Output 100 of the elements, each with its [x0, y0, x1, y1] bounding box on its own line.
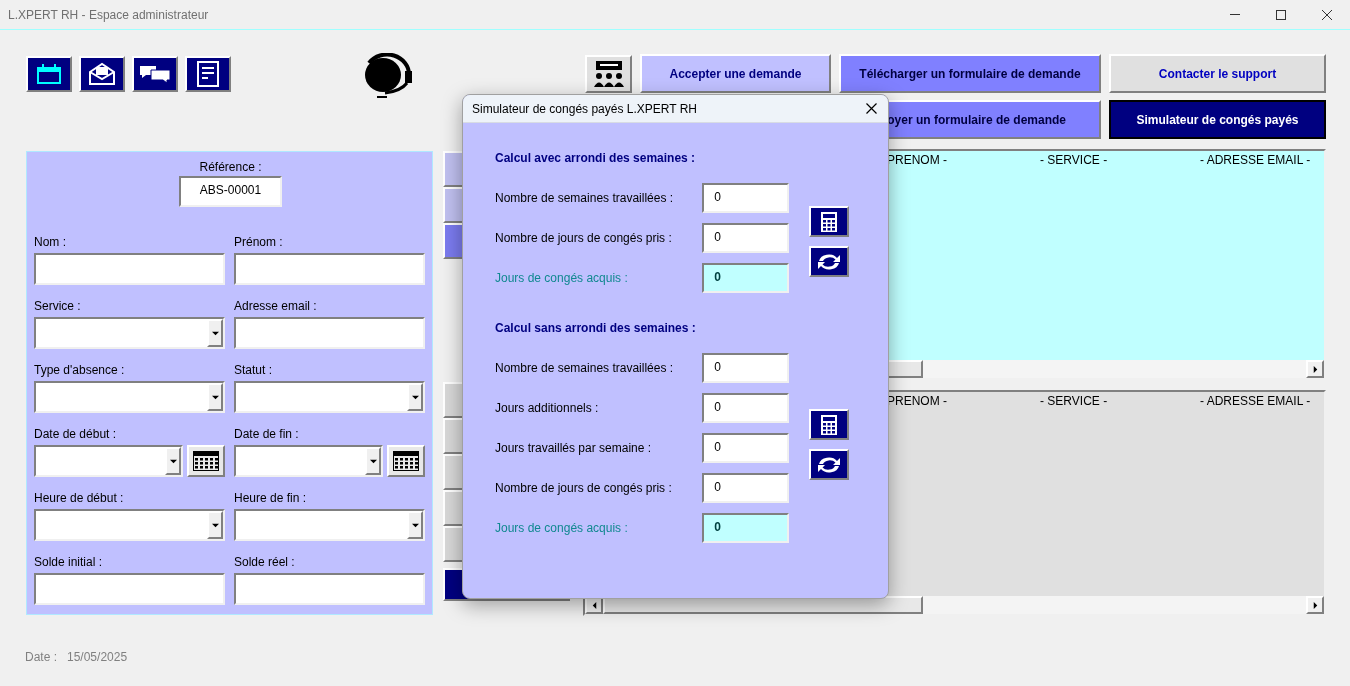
dropdown-arrow-icon [211, 329, 219, 337]
dropdown-arrow-icon [411, 521, 419, 529]
section-heading: Calcul sans arrondi des semaines : [495, 320, 697, 337]
field-label: Solde initial : [34, 554, 104, 571]
calendar-button[interactable] [187, 445, 225, 477]
scroll-right-icon [1311, 601, 1319, 609]
number-field[interactable]: 0 [702, 473, 789, 503]
number-field[interactable]: 0 [702, 223, 789, 253]
number-field[interactable]: 0 [702, 433, 789, 463]
reference-label: Référence : [199, 159, 262, 176]
calculator-icon [821, 414, 837, 435]
field-label: Nombre de jours de congés pris : [495, 230, 673, 247]
action-button[interactable]: Contacter le support [1109, 54, 1326, 93]
dropdown-arrow-icon [369, 457, 377, 465]
field-label: Jours de congés acquis : [495, 270, 629, 287]
column-header: - SERVICE - [1040, 393, 1108, 410]
scroll-right-icon [1311, 365, 1319, 373]
field-label: Nombre de jours de congés pris : [495, 480, 673, 497]
close-icon [1322, 9, 1332, 20]
field-label: Heure de fin : [234, 490, 308, 507]
action-button[interactable]: Accepter une demande [640, 54, 831, 93]
dropdown-button[interactable] [207, 319, 223, 347]
calendar-icon [193, 451, 220, 471]
users-button[interactable] [585, 55, 632, 93]
calendar-button[interactable] [26, 56, 72, 92]
field-label: Date de fin : [234, 426, 300, 443]
text-field[interactable] [234, 317, 425, 349]
dropdown-button[interactable] [207, 383, 223, 411]
field-label: Heure de début : [34, 490, 125, 507]
reset-button[interactable] [809, 449, 849, 480]
horizontal-scrollbar[interactable] [585, 596, 1324, 614]
calculate-button[interactable] [809, 206, 849, 237]
calculate-button[interactable] [809, 409, 849, 440]
text-field[interactable] [34, 573, 225, 605]
column-header: - ADRESSE EMAIL - [1200, 393, 1311, 410]
calendar-icon [393, 451, 420, 471]
field-label: Type d'absence : [34, 362, 126, 379]
form-button[interactable] [185, 56, 231, 92]
dropdown-field[interactable] [234, 509, 425, 541]
text-field[interactable] [34, 253, 225, 285]
dropdown-arrow-icon [411, 393, 419, 401]
field-label: Solde réel : [234, 554, 296, 571]
calendar-button[interactable] [387, 445, 425, 477]
dropdown-field[interactable] [34, 509, 225, 541]
envelope-icon [88, 62, 116, 86]
column-header: - ADRESSE EMAIL - [1200, 152, 1311, 169]
field-label: Date de début : [34, 426, 118, 443]
field-label: Nom : [34, 234, 67, 251]
dropdown-button[interactable] [365, 447, 382, 475]
calendar-icon [36, 63, 62, 85]
reference-field: ABS-00001 [179, 176, 282, 207]
text-field[interactable] [234, 573, 425, 605]
field-label: Service : [34, 298, 82, 315]
window-title: L.XPERT RH - Espace administrateur [8, 6, 209, 24]
dropdown-arrow-icon [169, 457, 177, 465]
column-header: - SERVICE - [1040, 152, 1108, 169]
field-label: Jours de congés acquis : [495, 520, 629, 537]
dropdown-button[interactable] [165, 447, 182, 475]
dropdown-arrow-icon [211, 521, 219, 529]
field-label: Prénom : [234, 234, 284, 251]
action-button[interactable]: Simulateur de congés payés [1109, 100, 1326, 139]
field-label: Jours travaillés par semaine : [495, 440, 653, 457]
dropdown-arrow-icon [211, 393, 219, 401]
close-icon [865, 103, 877, 114]
section-heading: Calcul avec arrondi des semaines : [495, 150, 697, 167]
field-label: Adresse email : [234, 298, 318, 315]
scroll-left-icon [590, 601, 598, 609]
maximize-icon [1276, 9, 1286, 20]
dropdown-field[interactable] [234, 381, 425, 413]
chat-icon [139, 64, 171, 84]
minimize-icon [1230, 14, 1240, 15]
number-field[interactable]: 0 [702, 183, 789, 213]
field-label: Jours additionnels : [495, 400, 600, 417]
date-field[interactable] [234, 445, 384, 477]
field-label: Statut : [234, 362, 274, 379]
action-button[interactable]: Télécharger un formulaire de demande [839, 54, 1101, 93]
scroll-right-button[interactable] [1306, 596, 1324, 614]
result-field: 0 [702, 513, 789, 543]
number-field[interactable]: 0 [702, 393, 789, 423]
date-field[interactable] [34, 445, 184, 477]
field-label: Nombre de semaines travaillées : [495, 360, 675, 377]
date-value: 15/05/2025 [67, 649, 128, 666]
field-label: Nombre de semaines travaillées : [495, 190, 675, 207]
text-field[interactable] [234, 253, 425, 285]
chat-button[interactable] [132, 56, 178, 92]
calculator-icon [821, 211, 837, 232]
result-field: 0 [702, 263, 789, 293]
number-field[interactable]: 0 [702, 353, 789, 383]
mail-button[interactable] [79, 56, 125, 92]
dropdown-field[interactable] [34, 381, 225, 413]
dialog-title: Simulateur de congés payés L.XPERT RH [472, 100, 697, 118]
dropdown-button[interactable] [407, 511, 423, 539]
group-icon [592, 60, 625, 88]
scroll-right-button[interactable] [1306, 360, 1324, 378]
reset-button[interactable] [809, 246, 849, 277]
dropdown-button[interactable] [407, 383, 423, 411]
dropdown-field[interactable] [34, 317, 225, 349]
dropdown-button[interactable] [207, 511, 223, 539]
document-icon [197, 61, 219, 87]
date-label: Date : [25, 649, 57, 666]
